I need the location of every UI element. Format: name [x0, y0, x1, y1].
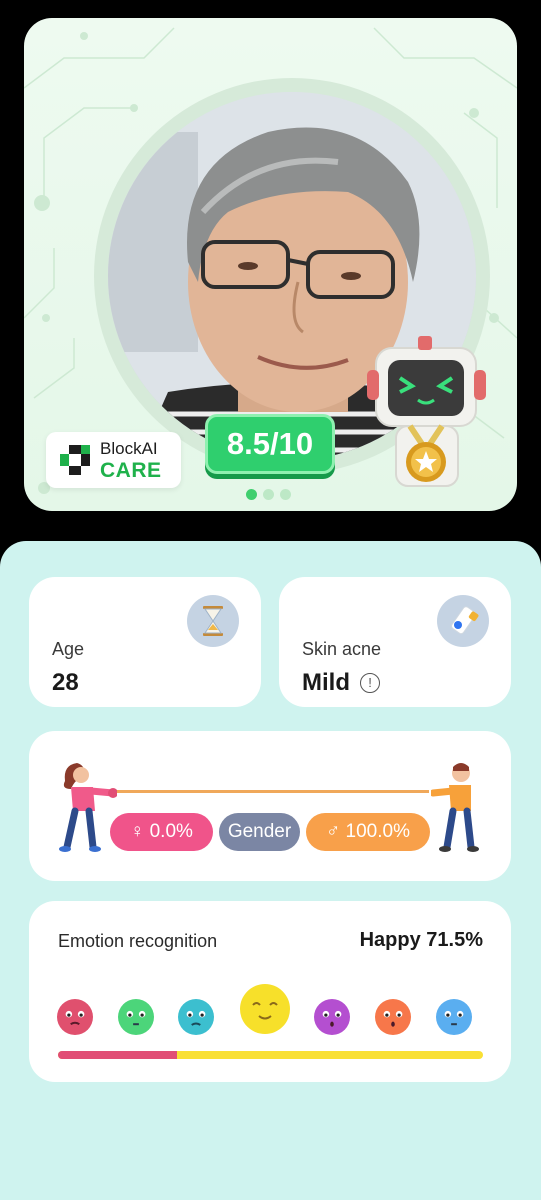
happy-face-icon [240, 984, 290, 1034]
robot-mascot-icon [367, 336, 486, 487]
surprise-face-icon [375, 999, 411, 1035]
neutral-face-icon [436, 999, 472, 1035]
skin-acne-card[interactable]: Skin acne Mild! [279, 577, 511, 707]
carousel-dot[interactable] [246, 489, 257, 500]
angry-face-icon [57, 999, 93, 1035]
profile-photo-card[interactable]: BlockAI CARE 8.5/10 [24, 18, 517, 511]
emotion-title: Emotion recognition [58, 931, 218, 951]
age-card[interactable]: Age 28 [29, 577, 261, 707]
gender-card: ♀ 0.0% Gender ♂ 100.0% [29, 731, 511, 881]
emotion-result: Happy 71.5% [359, 929, 483, 951]
male-percentage: ♂ 100.0% [306, 813, 430, 851]
female-percentage: ♀ 0.0% [110, 813, 213, 851]
info-icon[interactable]: ! [360, 672, 380, 693]
skin-acne-value-row: Mild! [302, 669, 380, 697]
brand-subname: CARE [100, 458, 162, 482]
disgust-face-icon [118, 999, 154, 1035]
brand-name: BlockAI [100, 438, 158, 458]
fear-face-icon [314, 999, 350, 1035]
skin-acne-value: Mild [302, 669, 350, 696]
sad-face-icon [178, 999, 214, 1035]
brand-logo: BlockAI CARE [46, 432, 181, 488]
carousel-dots[interactable] [246, 489, 291, 500]
age-label: Age [52, 639, 85, 659]
gender-label: Gender [219, 813, 300, 851]
boy-figure-icon [431, 763, 479, 852]
skin-acne-label: Skin acne [302, 639, 382, 659]
carousel-dot[interactable] [280, 489, 291, 500]
analysis-panel: Age 28 Skin acne Mild! ♀ 0.0% Gender ♂ 1… [0, 541, 541, 1200]
hourglass-icon [187, 595, 239, 647]
age-value: 28 [52, 669, 79, 696]
carousel-dot[interactable] [263, 489, 274, 500]
blockai-logo-icon [60, 445, 90, 475]
tug-rope [111, 790, 429, 793]
emotion-card: Emotion recognition Happy 71.5% [29, 901, 511, 1082]
emotion-bar [58, 1051, 483, 1059]
emotion-bar-fill [58, 1051, 177, 1059]
girl-figure-icon [59, 763, 117, 852]
score-badge: 8.5/10 [205, 414, 335, 474]
skincare-icon [437, 595, 489, 647]
